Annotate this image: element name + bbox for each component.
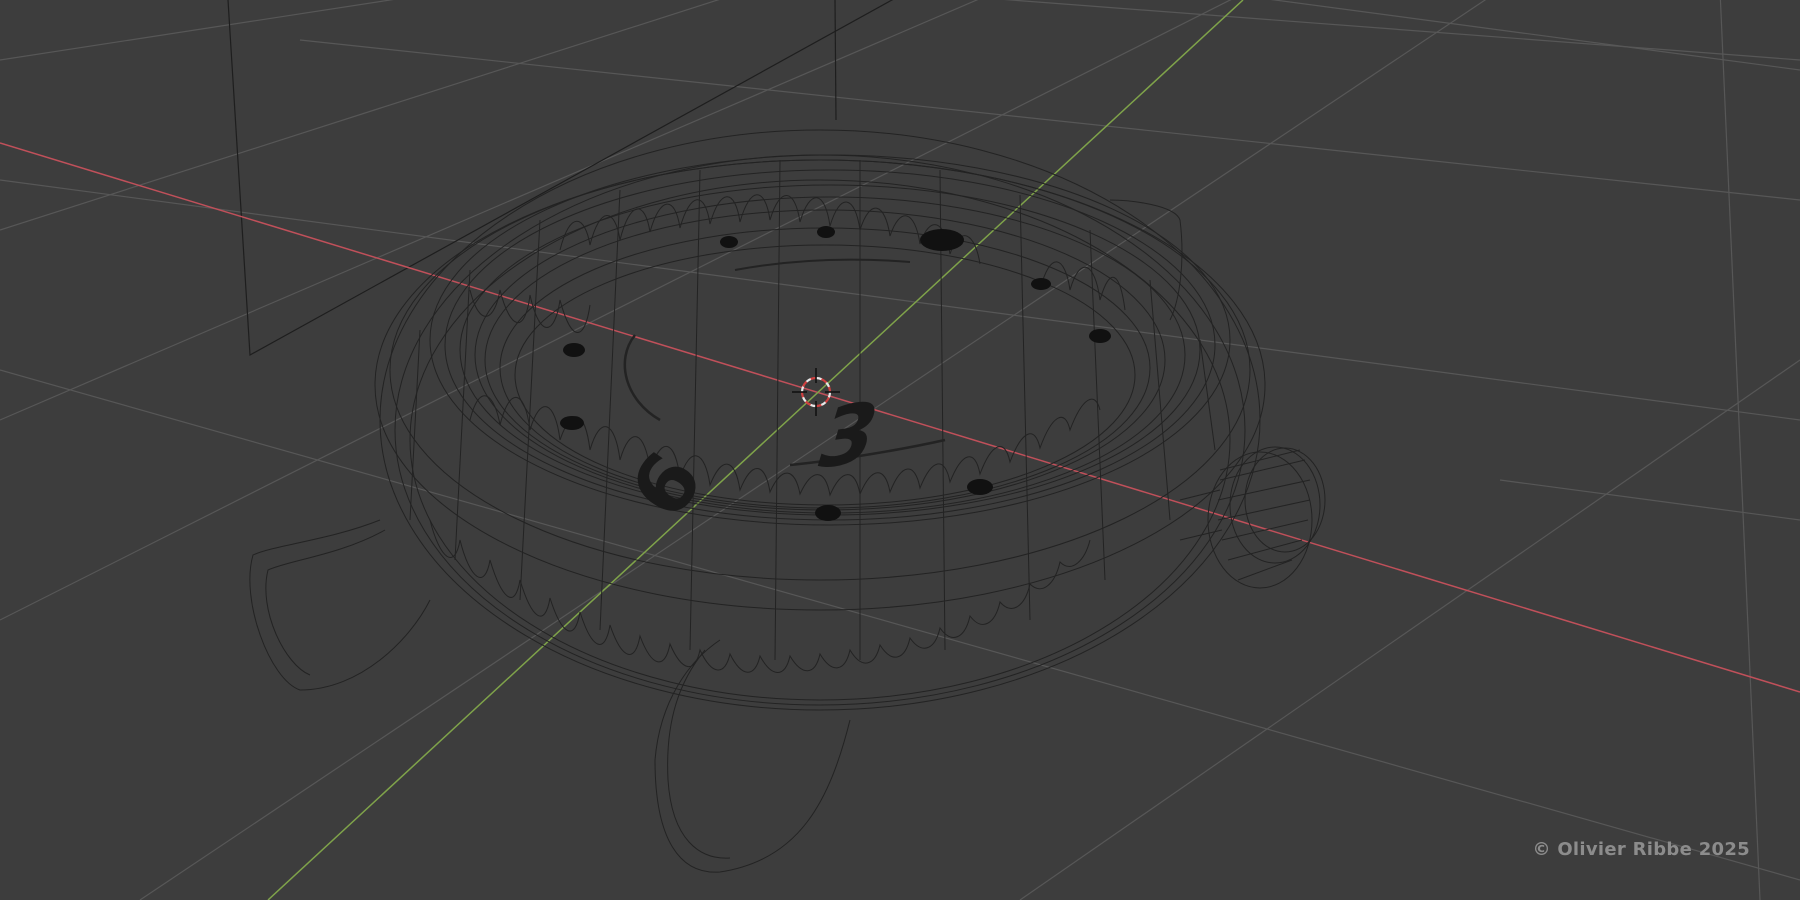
dial-numeral-6: 6 bbox=[612, 436, 720, 535]
copyright-watermark: © Olivier Ribbe 2025 bbox=[1532, 839, 1750, 860]
viewport-canvas: 3 6 bbox=[0, 0, 1800, 900]
x-axis-line bbox=[0, 142, 1800, 693]
watch-case-wireframe bbox=[249, 129, 1326, 873]
3d-viewport[interactable]: 3 6 © Olivier Ribbe 2025 bbox=[0, 0, 1800, 900]
